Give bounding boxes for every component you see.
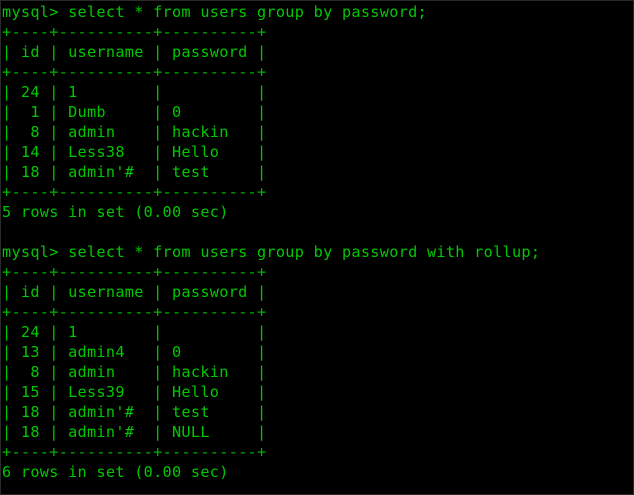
table-border-header: +----+----------+----------+ [2,63,267,81]
command-prompt: mysql> select * from users group by pass… [2,243,541,261]
result-summary: 5 rows in set (0.00 sec) [2,203,229,221]
result-summary: 6 rows in set (0.00 sec) [2,463,229,481]
table-header: | id | username | password | [2,43,267,61]
table-row: | 13 | admin4 | 0 | [2,343,267,361]
table-row: | 18 | admin'# | test | [2,163,267,181]
table-row: | 18 | admin'# | test | [2,403,267,421]
table-row: | 8 | admin | hackin | [2,363,267,381]
terminal-window[interactable]: mysql> select * from users group by pass… [0,0,634,495]
table-border-top: +----+----------+----------+ [2,23,267,41]
table-row: | 1 | Dumb | 0 | [2,103,267,121]
table-border-header: +----+----------+----------+ [2,303,267,321]
table-row: | 14 | Less38 | Hello | [2,143,267,161]
table-border-bottom: +----+----------+----------+ [2,443,267,461]
table-header: | id | username | password | [2,283,267,301]
table-row: | 15 | Less39 | Hello | [2,383,267,401]
command-prompt: mysql> select * from users group by pass… [2,3,427,21]
table-border-top: +----+----------+----------+ [2,263,267,281]
table-row: | 8 | admin | hackin | [2,123,267,141]
table-border-bottom: +----+----------+----------+ [2,183,267,201]
table-row: | 18 | admin'# | NULL | [2,423,267,441]
table-row: | 24 | 1 | | [2,83,267,101]
table-row: | 24 | 1 | | [2,323,267,341]
